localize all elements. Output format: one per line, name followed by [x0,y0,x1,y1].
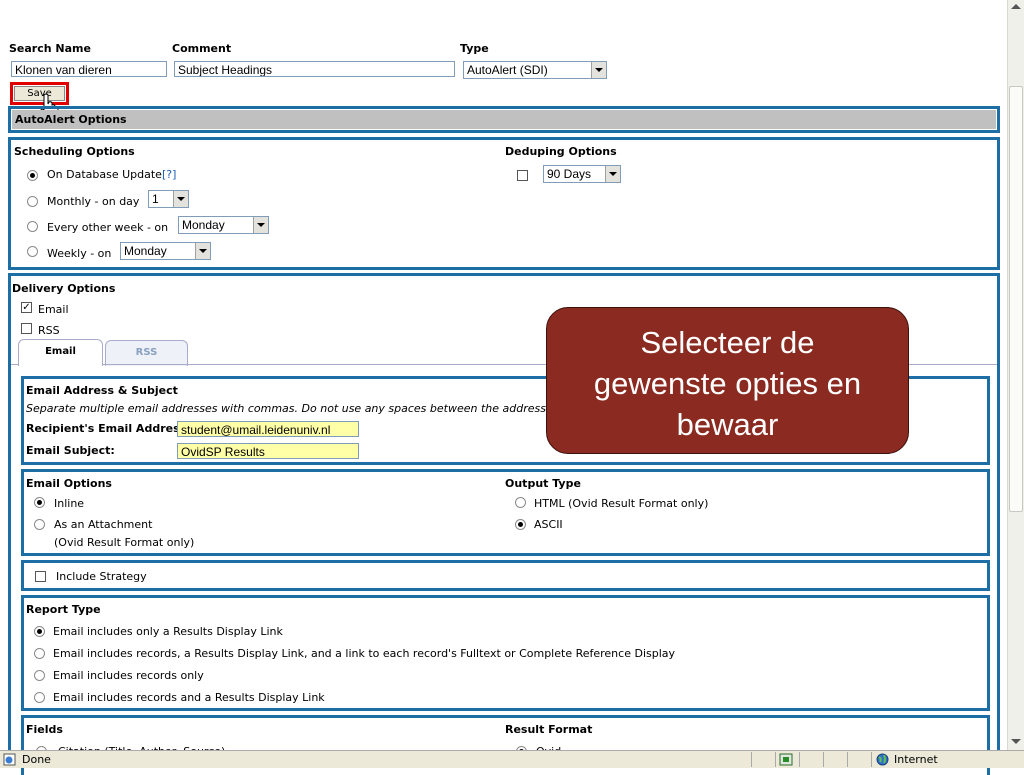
ascii-label: ASCII [534,518,563,531]
report-type-panel: Report Type Email includes only a Result… [21,595,990,711]
zone-pane: Internet [871,752,1022,767]
status-pane-1 [751,752,774,767]
instruction-callout: Selecteer de gewenste opties en bewaar [546,307,909,454]
type-label: Type [460,42,489,55]
security-icon [779,753,793,766]
chevron-down-icon [253,217,268,233]
deduping-select[interactable]: 90 Days [543,165,621,183]
radio-monthly[interactable] [27,196,38,207]
scroll-up-icon[interactable] [1011,4,1021,9]
tab-rss[interactable]: RSS [105,340,188,366]
chevron-down-icon [173,191,188,207]
deduping-title: Deduping Options [505,145,617,158]
chevron-down-icon [605,166,620,182]
email-subject-input[interactable]: OvidSP Results [177,443,359,459]
monthly-day-value: 1 [152,192,159,206]
type-select-value: AutoAlert (SDI) [467,63,548,77]
zone-text: Internet [894,753,938,766]
every-other-week-value: Monday [182,218,225,232]
report-type-title: Report Type [26,603,101,616]
chevron-down-icon [591,62,606,78]
include-strategy-panel: Include Strategy [21,560,990,591]
include-strategy-checkbox[interactable] [35,571,46,582]
status-pane-4 [823,752,846,767]
globe-icon [876,753,889,766]
scheduling-panel: Scheduling Options On Database Update[?]… [8,137,1000,270]
radio-report-records-and-link[interactable] [34,692,45,703]
report-option-2: Email includes records, a Results Displa… [53,647,676,660]
html-label: HTML (Ovid Result Format only) [534,497,709,510]
vertical-scrollbar[interactable] [1007,0,1024,750]
weekly-label: Weekly - on [47,247,112,260]
callout-line-3: bewaar [676,407,779,442]
email-options-panel: Email Options Inline As an Attachment (O… [21,469,990,556]
monthly-day-select[interactable]: 1 [148,190,189,208]
report-option-1: Email includes only a Results Display Li… [53,625,283,638]
weekly-select[interactable]: Monday [120,242,211,260]
deduping-checkbox[interactable] [517,170,528,181]
radio-every-other-week[interactable] [27,221,38,232]
inline-label: Inline [54,497,85,510]
comment-label: Comment [172,42,232,55]
status-bar: Done Internet [0,750,1024,768]
email-checkbox-label: Email [38,303,69,316]
scheduling-title: Scheduling Options [14,145,135,158]
email-options-title: Email Options [26,477,112,490]
email-address-title: Email Address & Subject [26,384,178,397]
scroll-down-icon[interactable] [1011,739,1021,744]
output-type-title: Output Type [505,477,581,490]
deduping-value: 90 Days [547,167,592,181]
status-text: Done [22,753,51,766]
every-other-week-label: Every other week - on [47,221,169,234]
tab-email[interactable]: Email [18,339,103,366]
include-strategy-label: Include Strategy [56,570,147,583]
help-link[interactable]: [?] [162,168,176,181]
search-name-input[interactable]: Klonen van dieren [11,61,167,77]
radio-ascii[interactable] [515,519,526,530]
search-name-label: Search Name [9,42,91,55]
page-icon [3,753,16,766]
email-checkbox[interactable]: ✓ [21,302,32,313]
result-format-title: Result Format [505,723,593,736]
status-pane-5 [847,752,870,767]
every-other-week-select[interactable]: Monday [178,216,269,234]
delivery-title: Delivery Options [12,282,116,295]
email-address-note: Separate multiple email addresses with c… [26,402,562,415]
radio-html[interactable] [515,497,526,508]
on-database-update-row: On Database Update[?] [47,168,176,181]
chevron-down-icon [195,243,210,259]
recipient-email-input[interactable]: student@umail.leidenuniv.nl [177,421,359,437]
rss-checkbox-label: RSS [38,324,60,337]
monthly-label: Monthly - on day [47,195,140,208]
report-option-3: Email includes records only [53,669,204,682]
attachment-label: As an Attachment [54,518,153,531]
radio-attachment[interactable] [34,519,45,530]
radio-inline[interactable] [34,497,45,508]
autoalert-header: AutoAlert Options [12,110,996,129]
scroll-thumb[interactable] [1009,86,1023,512]
type-select[interactable]: AutoAlert (SDI) [463,61,607,79]
on-database-update-label: On Database Update [47,168,162,181]
recipient-label: Recipient's Email Address: [26,422,191,435]
rss-checkbox[interactable] [21,323,32,334]
radio-report-records-link-fulltext[interactable] [34,648,45,659]
email-subject-label: Email Subject: [26,444,115,457]
attachment-note: (Ovid Result Format only) [54,536,195,549]
radio-on-database-update[interactable] [27,170,38,181]
radio-report-records-only[interactable] [34,670,45,681]
comment-input[interactable]: Subject Headings [174,61,455,77]
status-pane-2 [775,752,798,767]
callout-line-2: gewenste opties en [593,366,862,401]
autoalert-panel: AutoAlert Options [8,106,1000,133]
radio-weekly[interactable] [27,246,38,257]
weekly-value: Monday [124,244,167,258]
callout-line-1: Selecteer de [640,325,815,360]
radio-report-link-only[interactable] [34,626,45,637]
status-pane-3 [799,752,822,767]
report-option-4: Email includes records and a Results Dis… [53,691,325,704]
fields-title: Fields [26,723,63,736]
